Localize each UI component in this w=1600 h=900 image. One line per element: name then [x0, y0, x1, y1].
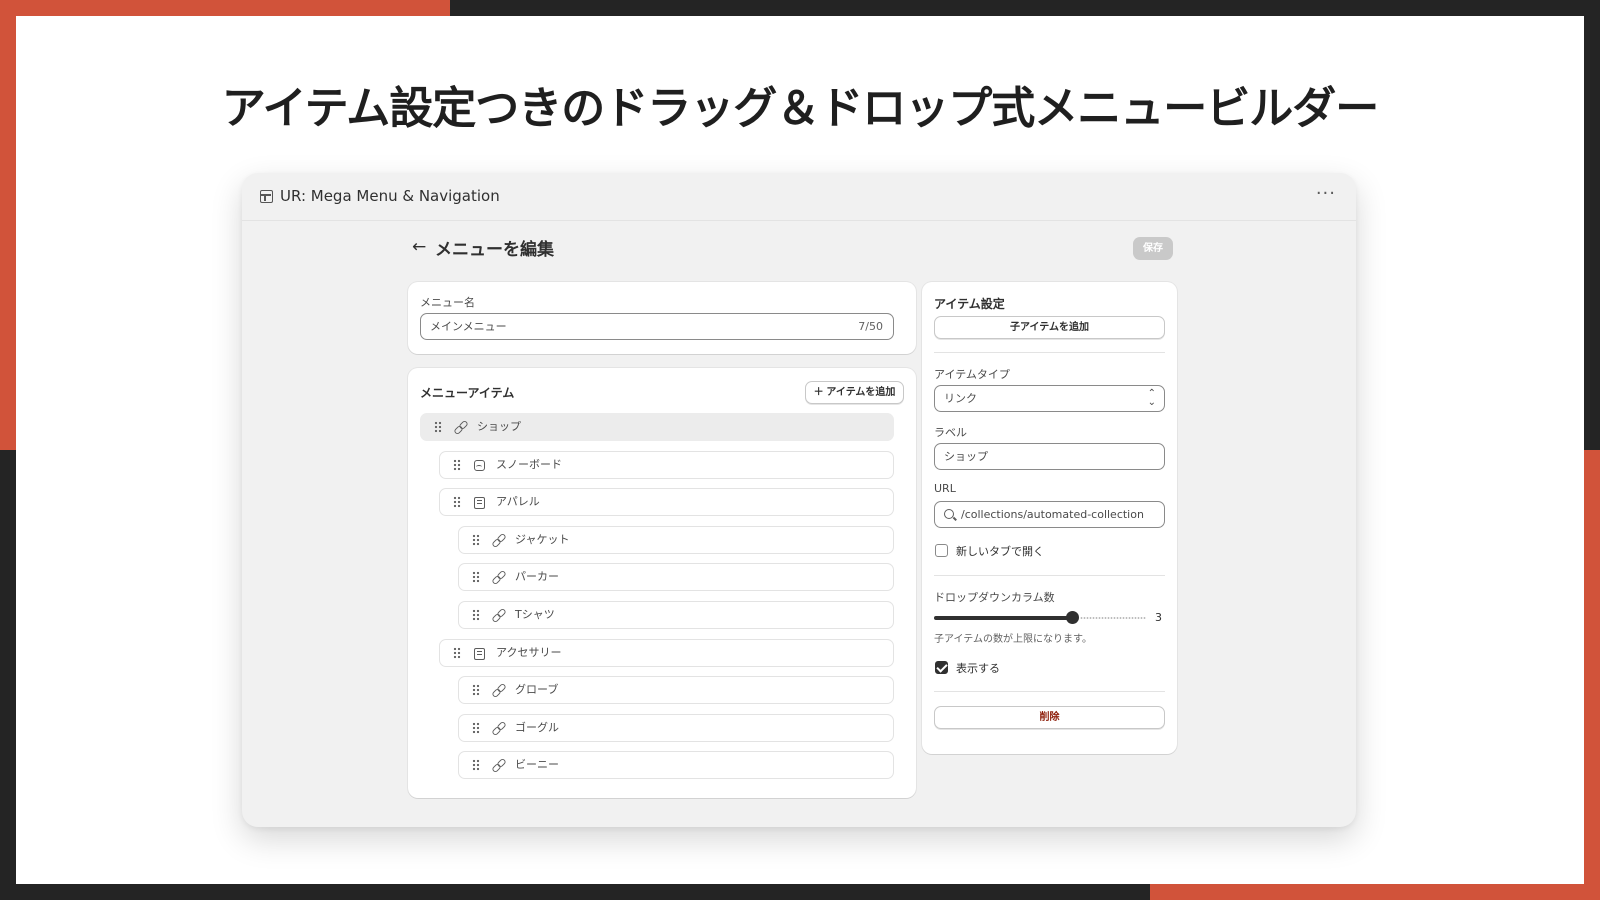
menu-item-row[interactable]: ビーニー [458, 751, 894, 780]
drag-handle-icon[interactable] [453, 496, 461, 509]
link-icon [493, 610, 505, 622]
delete-button[interactable]: 削除 [934, 706, 1165, 729]
menu-item-label: アクセサリー [496, 645, 562, 659]
link-icon [455, 422, 467, 434]
accent-corner-left [0, 0, 16, 450]
menu-item-label: アパレル [496, 495, 540, 509]
dropdown-columns-label: ドロップダウンカラム数 [934, 591, 1055, 604]
slide-headline: アイテム設定つきのドラッグ＆ドロップ式メニュービルダー [221, 83, 1380, 134]
menu-item-label: ジャケット [515, 532, 570, 546]
item-settings-title: アイテム設定 [934, 297, 1005, 311]
link-icon [493, 760, 505, 772]
dropdown-columns-help: 子アイテムの数が上限になります。 [934, 634, 1092, 645]
menu-item-label: Tシャツ [515, 608, 555, 621]
drag-handle-icon[interactable] [472, 721, 480, 734]
drag-handle-icon[interactable] [472, 759, 480, 772]
url-field-label: URL [934, 482, 956, 495]
menu-item-row[interactable]: ゴーグル [458, 713, 894, 742]
menu-items-card: メニューアイテム ＋ アイテムを追加 ショップスノーボード アパレルジャケットパー… [408, 368, 916, 798]
drag-handle-icon[interactable] [472, 571, 480, 584]
menu-item-label: グローブ [515, 683, 559, 697]
menu-name-value: メインメニュー [430, 320, 507, 333]
menu-item-row[interactable]: グローブ [458, 676, 894, 705]
item-settings-card: アイテム設定 子アイテムを追加 アイテムタイプ リンク ⌃ ⌄ ラベル ショップ … [922, 282, 1177, 754]
menu-item-label: ショップ [477, 420, 521, 433]
menu-name-input[interactable]: メインメニュー 7/50 [420, 313, 894, 340]
back-arrow-icon[interactable]: ← [412, 237, 426, 257]
menu-item-row[interactable]: ショップ [420, 413, 894, 441]
select-chevron-icon: ⌃ ⌄ [1147, 388, 1156, 408]
drag-handle-icon[interactable] [453, 458, 461, 471]
link-icon [493, 723, 505, 735]
slide-canvas: アイテム設定つきのドラッグ＆ドロップ式メニュービルダー UR: Mega Men… [16, 16, 1584, 884]
slider-track-rest [1080, 617, 1146, 619]
window-title-bar: UR: Mega Menu & Navigation ··· [242, 173, 1356, 221]
label-input-value: ショップ [944, 450, 988, 463]
menu-item-label: スノーボード [496, 457, 562, 471]
page-title: メニューを編集 [435, 240, 554, 260]
new-tab-label: 新しいタブで開く [956, 545, 1044, 558]
add-item-button[interactable]: ＋ アイテムを追加 [805, 381, 904, 404]
menu-item-label: ビーニー [515, 758, 559, 772]
accent-corner-right [1584, 450, 1600, 900]
menu-item-row[interactable]: Tシャツ [458, 601, 894, 629]
drag-handle-icon[interactable] [472, 533, 480, 546]
label-input[interactable]: ショップ [934, 443, 1165, 470]
new-tab-checkbox[interactable] [935, 544, 948, 557]
dropdown-columns-slider[interactable] [934, 611, 1146, 624]
save-button[interactable]: 保存 [1133, 237, 1173, 260]
drag-handle-icon[interactable] [472, 609, 480, 621]
show-checkbox[interactable] [935, 661, 948, 674]
item-type-select[interactable]: リンク ⌃ ⌄ [934, 385, 1165, 412]
accent-corner-top-left [0, 0, 450, 16]
app-title: UR: Mega Menu & Navigation [280, 187, 500, 205]
app-window: UR: Mega Menu & Navigation ··· ← メニューを編集… [242, 173, 1356, 827]
page-icon [474, 497, 485, 510]
drag-handle-icon[interactable] [434, 421, 442, 433]
drag-handle-icon[interactable] [472, 684, 480, 697]
image-icon [474, 459, 485, 471]
settings-divider [934, 575, 1165, 576]
more-options-icon[interactable]: ··· [1316, 183, 1336, 204]
app-table-icon [260, 190, 273, 203]
settings-divider [934, 691, 1165, 692]
search-icon [944, 509, 954, 519]
settings-divider [934, 352, 1165, 353]
menu-item-row[interactable]: スノーボード [439, 450, 894, 479]
menu-name-label: メニュー名 [420, 296, 475, 309]
url-input[interactable]: /collections/automated-collection [934, 501, 1165, 528]
slider-thumb[interactable] [1066, 611, 1079, 624]
drag-handle-icon[interactable] [453, 646, 461, 659]
page-icon [474, 647, 485, 660]
menu-item-row[interactable]: アパレル [439, 488, 894, 517]
dropdown-columns-value: 3 [1155, 611, 1162, 624]
menu-item-label: ゴーグル [515, 720, 559, 734]
add-child-item-button[interactable]: 子アイテムを追加 [934, 316, 1165, 339]
link-icon [493, 572, 505, 584]
menu-name-card: メニュー名 メインメニュー 7/50 [408, 282, 916, 354]
item-type-value: リンク [944, 392, 977, 405]
accent-corner-bottom-right [1150, 884, 1600, 900]
menu-item-row[interactable]: パーカー [458, 563, 894, 592]
character-count: 7/50 [858, 320, 883, 333]
slider-fill [934, 616, 1072, 620]
menu-item-row[interactable]: アクセサリー [439, 638, 894, 667]
show-label: 表示する [956, 662, 1000, 675]
label-field-label: ラベル [934, 426, 967, 439]
link-icon [493, 535, 505, 547]
menu-item-label: パーカー [515, 570, 559, 584]
item-type-label: アイテムタイプ [934, 368, 1010, 381]
link-icon [493, 685, 505, 697]
url-input-value: /collections/automated-collection [961, 508, 1144, 521]
menu-items-title: メニューアイテム [420, 386, 515, 400]
menu-item-row[interactable]: ジャケット [458, 525, 894, 554]
